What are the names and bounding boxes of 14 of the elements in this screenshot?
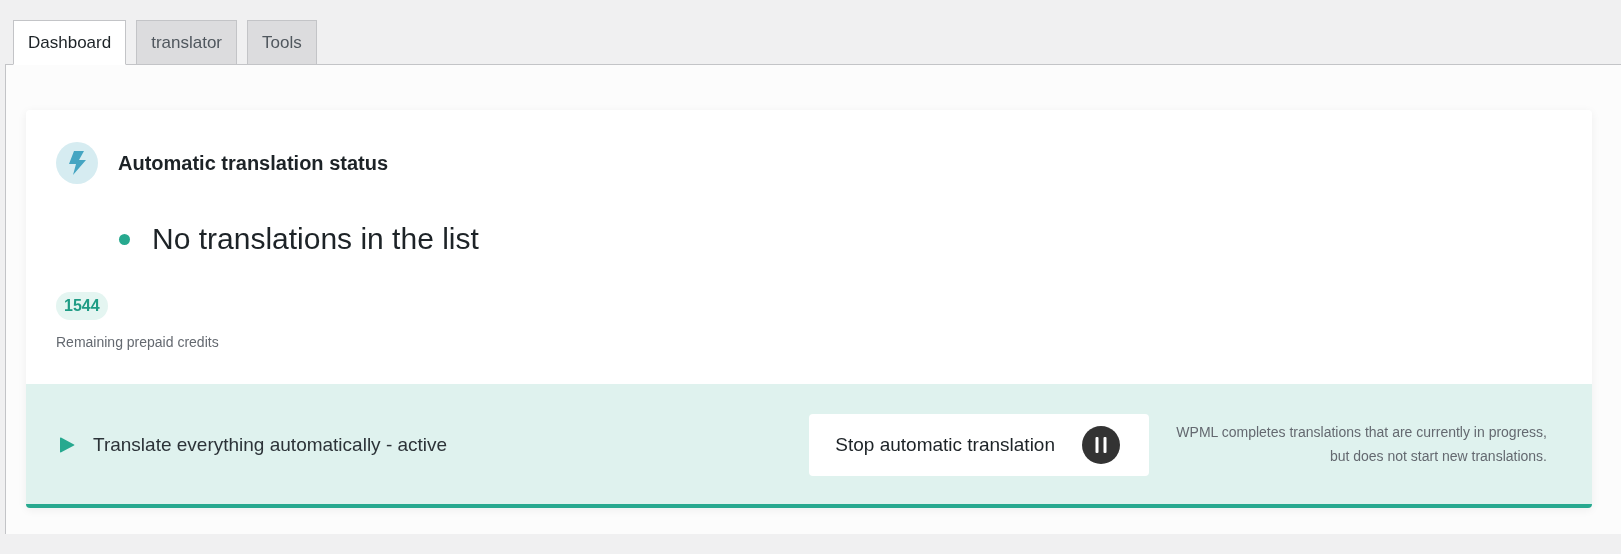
card-title: Automatic translation status <box>118 151 389 175</box>
stop-note: WPML completes translations that are currently in progress, but does not start new translations. <box>1175 423 1547 466</box>
tab[interactable]: translator <box>136 20 238 65</box>
mode-label: Translate everything automatically - active <box>93 434 449 456</box>
pause-icon <box>1081 425 1121 465</box>
tab[interactable]: Tools <box>247 20 317 65</box>
status-text: No translations in the list <box>152 222 479 256</box>
stop-button[interactable]: Stop automatic translation <box>809 414 1149 476</box>
tab[interactable]: Dashboard <box>13 20 127 65</box>
lightning-icon <box>56 142 98 184</box>
play-icon <box>59 436 75 454</box>
credits-count: 1544 <box>56 292 108 320</box>
credits-label: Remaining prepaid credits <box>56 334 219 350</box>
status-dot <box>119 233 130 245</box>
